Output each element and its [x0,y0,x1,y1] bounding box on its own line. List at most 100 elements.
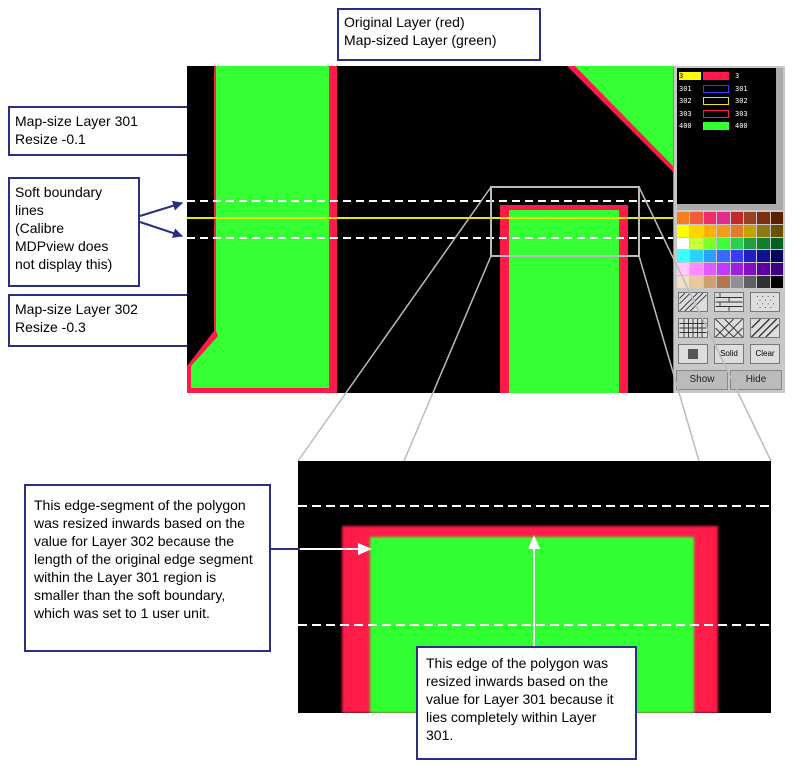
edge-segment-callout-text: This edge-segment of the polygon was res… [34,497,253,621]
palette-swatch[interactable] [757,276,770,288]
palette-swatch[interactable] [730,224,743,237]
layer-number-right: 302 [735,97,748,105]
layer-number-right: 303 [735,109,748,118]
palette-swatch[interactable] [690,224,703,237]
map302-callout-text: Map-size Layer 302 Resize -0.3 [15,301,138,335]
layer-number-left: 400 [679,122,692,130]
layer-number-right: 3 [735,72,740,80]
palette-swatch[interactable] [743,276,757,288]
palette-swatch[interactable] [743,212,757,224]
layer-list[interactable]: 3 3 301 301 302 302 303 303 400 400 [677,68,776,204]
palette-swatch[interactable] [730,212,743,224]
layer-number-left: 3 [679,72,684,80]
palette-swatch[interactable] [690,212,703,224]
layout-viewer[interactable] [187,66,673,393]
solid-swatch-icon [688,349,698,359]
layer-list-vertical-scrollbar[interactable] [776,68,783,204]
hide-button[interactable]: Hide [730,370,782,390]
pattern-crosshatch-button[interactable] [714,318,744,338]
legend-callout-text: Original Layer (red) Map-sized Layer (gr… [344,14,497,48]
palette-swatch[interactable] [770,250,783,263]
layer-number-left: 301 [679,84,692,93]
palette-swatch[interactable] [743,224,757,237]
clear-button[interactable]: Clear [750,344,780,364]
pattern-dots-button[interactable] [750,292,780,312]
layer-panel: 3 3 301 301 302 302 303 303 400 400 Solid Clear S… [673,66,785,393]
soft-boundary-callout: Soft boundary lines (Calibre MDPview doe… [8,177,140,287]
palette-swatch[interactable] [743,263,757,276]
palette-swatch[interactable] [757,212,770,224]
palette-swatch[interactable] [717,224,730,237]
layer-number-left: 303 [679,109,692,118]
palette-swatch[interactable] [677,237,690,250]
palette-swatch[interactable] [677,212,690,224]
layer-row-3[interactable]: 33 [679,72,775,82]
palette-swatch[interactable] [717,237,730,250]
map-size-layer-301-callout: Map-size Layer 301 Resize -0.1 [8,106,194,156]
palette-swatch[interactable] [770,237,783,250]
palette-swatch[interactable] [690,263,703,276]
palette-swatch[interactable] [730,276,743,288]
pattern-grid-button[interactable] [678,318,708,338]
palette-swatch[interactable] [717,263,730,276]
palette-swatch[interactable] [677,250,690,263]
layer-swatch [703,109,729,118]
palette-swatch[interactable] [703,237,717,250]
palette-swatch[interactable] [717,250,730,263]
palette-swatch[interactable] [757,224,770,237]
soft-boundary-arrow-bottom [139,221,183,238]
edge-segment-callout: This edge-segment of the polygon was res… [24,484,271,652]
palette-swatch[interactable] [770,276,783,288]
layer-number-right: 301 [735,84,748,93]
palette-swatch[interactable] [677,263,690,276]
palette-swatch[interactable] [730,250,743,263]
layout-viewer-canvas [187,66,673,393]
layer-number-left: 302 [679,97,692,105]
solid-button[interactable]: Solid [714,344,744,364]
layer-swatch [703,97,729,105]
palette-swatch[interactable] [770,212,783,224]
pattern-hatch-button[interactable] [750,318,780,338]
edge-polygon-callout: This edge of the polygon was resized inw… [416,646,637,760]
pattern-diagonal-button[interactable] [678,292,708,312]
palette-swatch[interactable] [757,237,770,250]
layer-list-horizontal-scrollbar[interactable] [677,204,783,210]
palette-swatch[interactable] [717,212,730,224]
layer-swatch [703,122,729,130]
pattern-brick-button[interactable] [714,292,744,312]
layer-number-right: 400 [735,122,748,130]
palette-swatch[interactable] [703,250,717,263]
palette-swatch[interactable] [690,250,703,263]
layer-row-303[interactable]: 303 303 [679,109,775,120]
show-button[interactable]: Show [676,370,728,390]
palette-swatch[interactable] [717,276,730,288]
palette-swatch[interactable] [770,263,783,276]
palette-swatch[interactable] [743,250,757,263]
palette-swatch[interactable] [690,237,703,250]
fill-solid-swatch-button[interactable] [678,344,708,364]
layer-legend-callout: Original Layer (red) Map-sized Layer (gr… [337,8,541,61]
palette-swatch[interactable] [703,224,717,237]
palette-swatch[interactable] [677,224,690,237]
palette-swatch[interactable] [730,263,743,276]
palette-swatch[interactable] [703,212,717,224]
layer-swatch [703,84,729,93]
palette-swatch[interactable] [677,276,690,288]
map301-callout-text: Map-size Layer 301 Resize -0.1 [15,113,138,147]
layer-swatch [703,72,729,80]
palette-swatch[interactable] [690,276,703,288]
palette-swatch[interactable] [730,237,743,250]
palette-swatch[interactable] [743,237,757,250]
layer-row-302[interactable]: 302 302 [679,97,775,107]
layer-row-301[interactable]: 301 301 [679,84,775,95]
edge-segment-connector [270,548,300,550]
palette-swatch[interactable] [757,250,770,263]
palette-swatch[interactable] [703,276,717,288]
color-palette[interactable] [677,212,783,288]
soft-boundary-callout-text: Soft boundary lines (Calibre MDPview doe… [15,184,113,272]
palette-swatch[interactable] [770,224,783,237]
palette-swatch[interactable] [703,263,717,276]
layer-row-400[interactable]: 400 400 [679,122,775,132]
palette-swatch[interactable] [757,263,770,276]
soft-boundary-arrow-top [139,200,183,217]
